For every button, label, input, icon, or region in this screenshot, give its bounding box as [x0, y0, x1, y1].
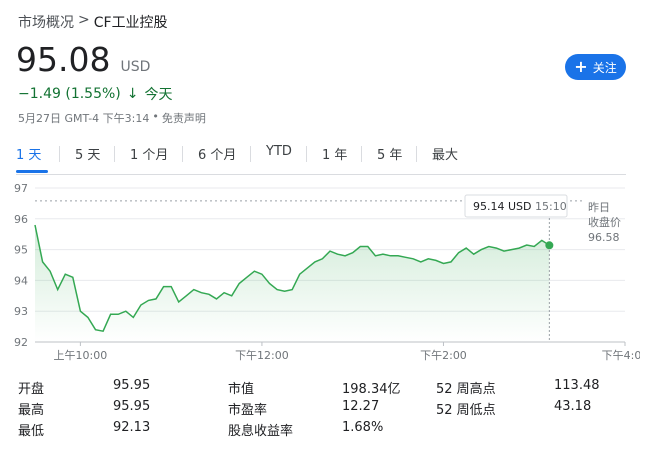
price-display: 95.08 USD	[16, 40, 150, 79]
plus-icon: +	[574, 57, 588, 76]
price-chart[interactable]: 979695949392 上午10:00下午12:00下午2:00下午4:00 …	[0, 178, 640, 368]
x-tick-label: 下午4:00	[602, 349, 640, 362]
prev-close-label-line1: 昨日	[588, 201, 610, 214]
currency-label: USD	[120, 59, 151, 75]
stats-row: 开盘 95.95 市值 198.34亿 52 周高点 113.48	[18, 378, 638, 399]
active-tab-underline	[16, 170, 48, 173]
stat-value: 113.48	[554, 378, 600, 393]
y-tick-label: 94	[14, 274, 28, 287]
follow-button[interactable]: + 关注	[565, 54, 626, 80]
price-area-fill	[35, 225, 550, 342]
y-tick-label: 95	[14, 244, 28, 257]
tab-divider	[306, 146, 307, 162]
prev-close-label: 昨日 收盘价 96.58	[588, 201, 621, 244]
stat-label: 市盈率	[228, 403, 268, 418]
y-tick-label: 92	[14, 336, 28, 349]
stat-value: 12.27	[342, 399, 380, 414]
stat-value: 198.34亿	[342, 382, 401, 397]
quote-meta: 5月27日 GMT-4 下午3:14 • 免责声明	[18, 110, 206, 126]
x-tick-label: 下午12:00	[235, 349, 289, 362]
y-tick-label: 97	[14, 182, 28, 195]
price-change: −1.49 (1.55%) ↓ 今天	[18, 84, 173, 104]
y-axis-labels: 97 96 95 94 93 92	[14, 182, 28, 349]
tab-6m[interactable]: 6 个月	[198, 144, 236, 163]
stat-label: 52 周低点	[436, 403, 496, 418]
breadcrumb-separator: >	[78, 12, 90, 28]
key-stats: 开盘 95.95 市值 198.34亿 52 周高点 113.48 最高 95.…	[18, 378, 638, 441]
arrow-down-icon: ↓	[126, 86, 139, 102]
x-axis-labels: 上午10:00 下午12:00 下午2:00 下午4:00	[54, 342, 640, 362]
stat-value: 1.68%	[342, 420, 384, 435]
breadcrumb-current: CF工业控股	[93, 15, 168, 31]
x-tick-label: 上午10:00	[54, 349, 108, 362]
stat-label: 市值	[228, 382, 255, 397]
breadcrumb: 市场概况 > CF工业控股	[18, 12, 168, 32]
tab-divider	[182, 146, 183, 162]
stat-label: 股息收益率	[228, 424, 294, 439]
tab-1m[interactable]: 1 个月	[130, 144, 168, 163]
current-point	[545, 241, 554, 250]
tab-ytd[interactable]: YTD	[266, 144, 292, 159]
tab-divider	[250, 146, 251, 162]
change-period: 今天	[144, 87, 173, 103]
tab-max[interactable]: 最大	[432, 144, 458, 163]
tooltip-time: 15:10	[535, 200, 567, 213]
prev-close-label-line2: 收盘价	[588, 215, 621, 229]
stat-value: 95.95	[113, 378, 151, 393]
tab-1y[interactable]: 1 年	[322, 144, 347, 163]
quote-timestamp: 5月27日 GMT-4 下午3:14	[18, 112, 150, 125]
disclaimer-link[interactable]: 免责声明	[162, 110, 206, 126]
stat-value: 92.13	[113, 420, 151, 435]
stats-row: 最高 95.95 市盈率 12.27 52 周低点 43.18	[18, 399, 638, 420]
prev-close-value: 96.58	[588, 231, 620, 244]
meta-dot: •	[152, 110, 159, 123]
stat-label: 最高	[18, 403, 45, 418]
stat-label: 最低	[18, 424, 45, 439]
stats-row: 最低 92.13 股息收益率 1.68%	[18, 420, 638, 441]
tab-divider	[114, 146, 115, 162]
breadcrumb-parent-link[interactable]: 市场概况	[18, 12, 74, 32]
tabs-divider	[16, 174, 626, 175]
stat-value: 95.95	[113, 399, 151, 414]
current-price: 95.08	[16, 40, 111, 79]
tooltip-price: 95.14 USD	[473, 200, 532, 213]
tab-5d[interactable]: 5 天	[75, 144, 100, 163]
stat-label: 开盘	[18, 382, 45, 397]
y-tick-label: 93	[14, 305, 28, 318]
stat-label: 52 周高点	[436, 382, 496, 397]
y-tick-label: 96	[14, 213, 28, 226]
follow-label: 关注	[592, 60, 617, 75]
price-tooltip: 95.14 USD 15:10	[464, 194, 568, 218]
stat-value: 43.18	[554, 399, 592, 414]
tab-5y[interactable]: 5 年	[377, 144, 402, 163]
time-range-tabs: 1 天 5 天 1 个月 6 个月 YTD 1 年 5 年 最大	[0, 144, 640, 173]
tab-divider	[361, 146, 362, 162]
x-tick-label: 下午2:00	[420, 349, 467, 362]
tab-1d[interactable]: 1 天	[16, 144, 41, 163]
change-value: −1.49 (1.55%)	[18, 86, 121, 102]
tab-divider	[59, 146, 60, 162]
tab-divider	[416, 146, 417, 162]
